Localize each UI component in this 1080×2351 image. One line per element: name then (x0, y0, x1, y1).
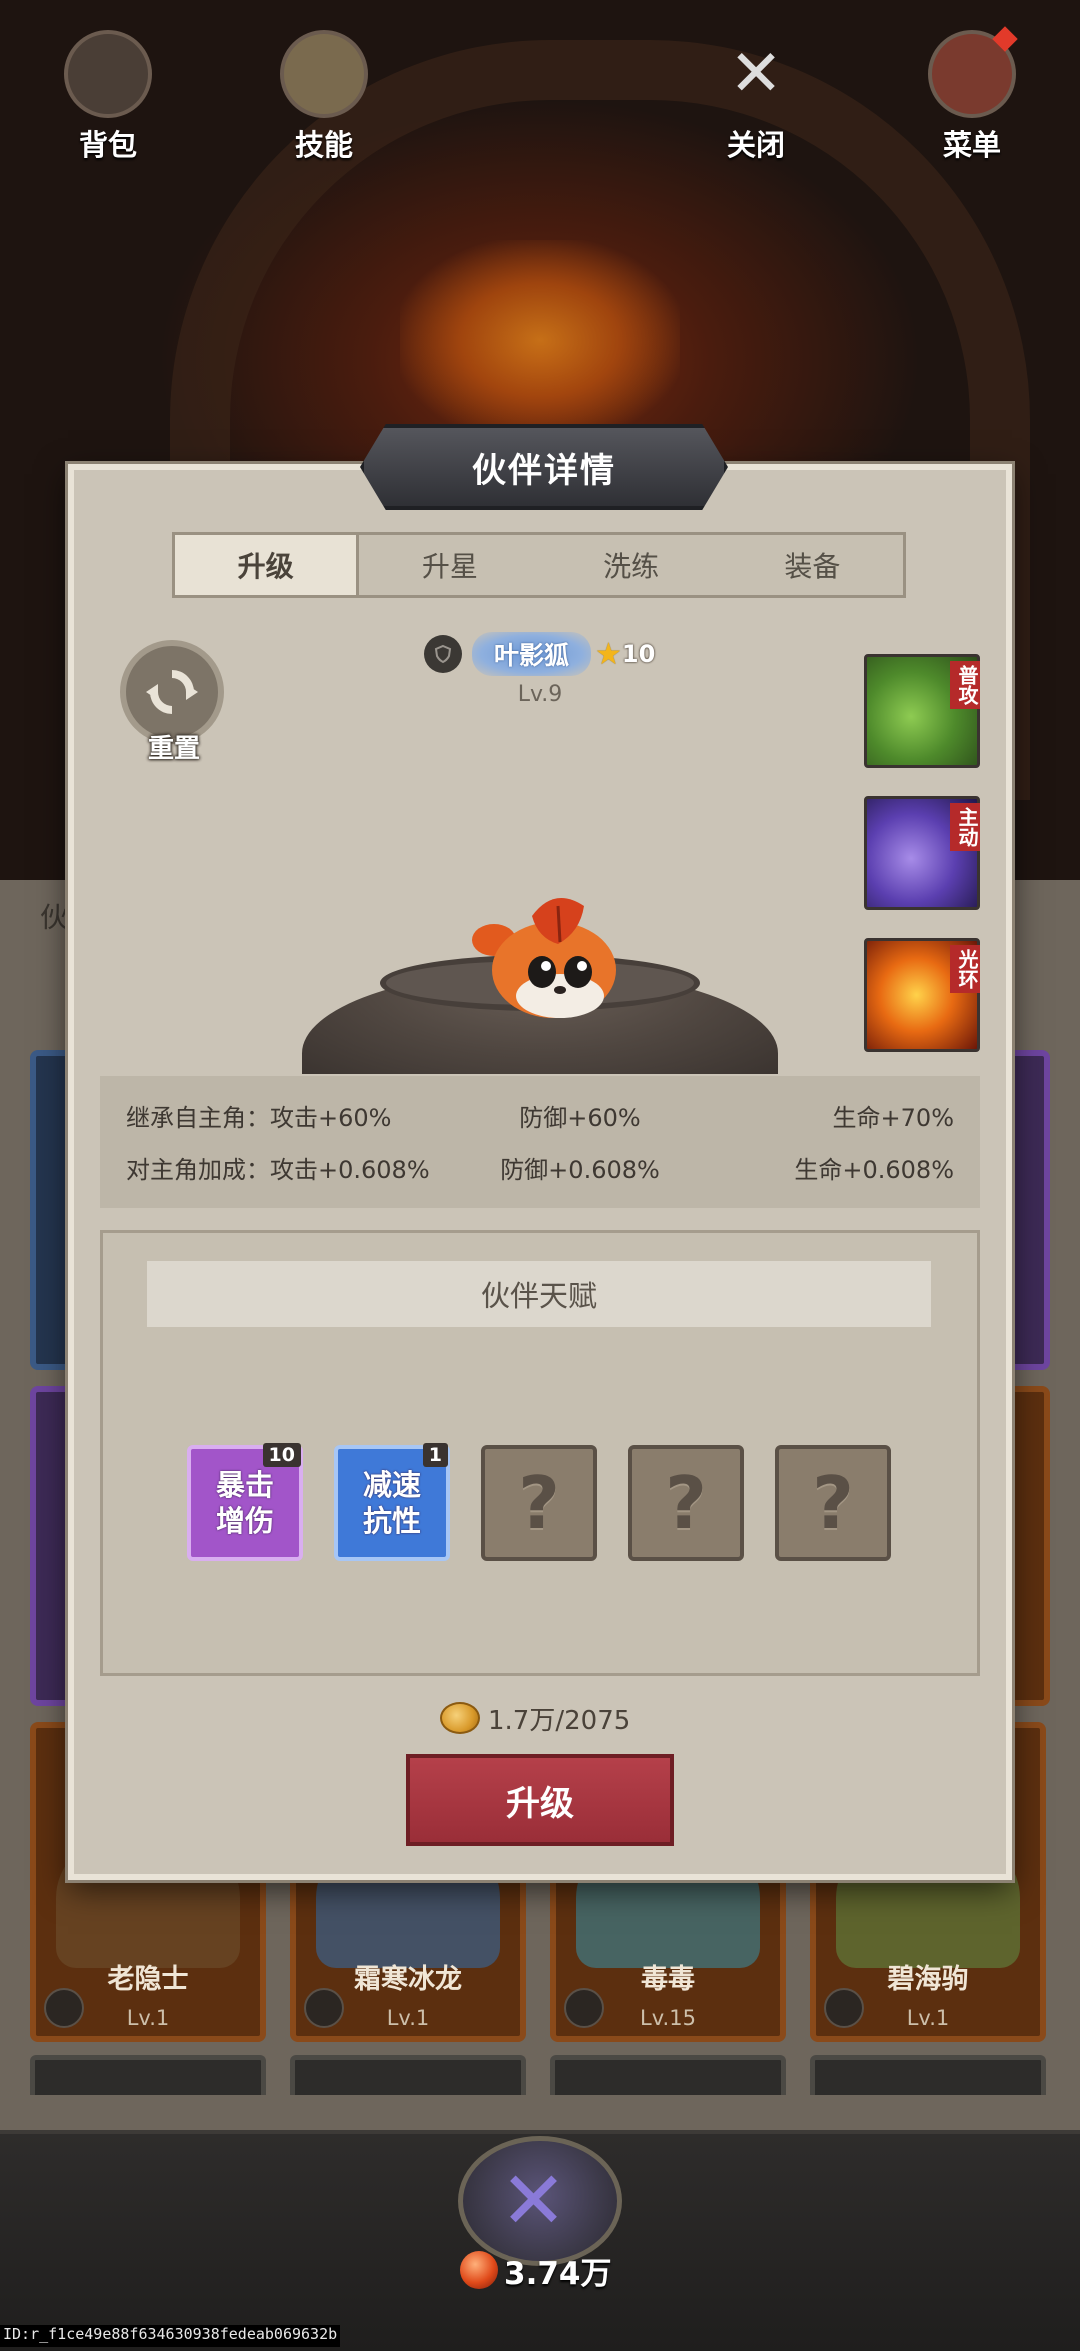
stats-row-inherit: 继承自主角：攻击+60% 防御+60% 生命+70% (126, 1098, 954, 1134)
crossed-swords-icon: ✕ (500, 2154, 568, 2247)
stats-panel: 继承自主角：攻击+60% 防御+60% 生命+70% 对主角加成：攻击+0.60… (100, 1076, 980, 1208)
dialog-title-plate: 伙伴详情 (360, 424, 728, 510)
talent-header: 伙伴天赋 (147, 1261, 931, 1327)
combat-power-value: 3.74万 (504, 2255, 612, 2292)
upgrade-button-label: 升级 (506, 1783, 574, 1824)
upgrade-button[interactable]: 升级 (406, 1754, 674, 1846)
talent-locked[interactable]: ? (628, 1445, 744, 1561)
question-mark-icon: ? (518, 1461, 560, 1545)
inherit-defense: 防御+60% (519, 1104, 641, 1132)
bonus-hp: 生命+0.608% (794, 1156, 954, 1184)
scroll-icon (280, 30, 368, 118)
nav-close[interactable]: ✕ 关闭 (686, 30, 826, 180)
partner-list-fragment-label: 伙 (40, 901, 69, 934)
talent-name: 暴击 增伤 (215, 1468, 274, 1538)
tab-equipment[interactable]: 装备 (722, 535, 903, 595)
skill-tag: 光环 (950, 945, 980, 993)
talent-name: 减速 抗性 (362, 1468, 421, 1538)
pet-star-count: 10 (621, 640, 656, 668)
combat-power: 3.74万 (460, 2248, 612, 2292)
pet-leaf-fox-sprite (462, 892, 622, 1022)
talent-panel: 伙伴天赋 暴击 增伤 10 减速 抗性 1 ? ? ? (100, 1230, 980, 1676)
nav-menu-label: 菜单 (942, 128, 1001, 162)
upgrade-cost: 1.7万/2075 (440, 1696, 630, 1740)
tab-reforge[interactable]: 洗练 (541, 535, 722, 595)
inherit-hp: 生命+70% (832, 1104, 954, 1132)
reset-button[interactable]: 重置 (118, 640, 230, 768)
talent-crit-damage[interactable]: 暴击 增伤 10 (187, 1443, 303, 1561)
coin-icon (440, 1702, 480, 1734)
nav-skills-label: 技能 (294, 128, 353, 162)
card-slot-empty (290, 2055, 526, 2095)
pet-level: Lv.9 (517, 682, 563, 707)
backpack-icon (64, 30, 152, 118)
pet-header: 叶影狐 ★ 10 (424, 632, 684, 676)
shield-icon (824, 1988, 864, 2028)
sword-icon (44, 1988, 84, 2028)
tab-star-up[interactable]: 升星 (359, 535, 540, 595)
crossed-tools-icon: ✕ (729, 37, 783, 111)
nav-bag[interactable]: 背包 (38, 30, 178, 180)
tab-bar: 升级 升星 洗练 装备 (172, 532, 906, 598)
sword-icon (564, 1988, 604, 2028)
skill-aura[interactable]: 光环 (864, 938, 980, 1052)
id-strip: ID:r_f1ce49e88f634630938fedeab069632b (0, 2325, 341, 2347)
card-slot-empty (550, 2055, 786, 2095)
reset-label: 重置 (147, 734, 200, 764)
dialog-title: 伙伴详情 (472, 450, 616, 491)
stats-row-bonus: 对主角加成：攻击+0.608% 防御+0.608% 生命+0.608% (126, 1150, 954, 1186)
card-slot-empty (30, 2055, 266, 2095)
talent-slow-resist[interactable]: 减速 抗性 1 (334, 1443, 450, 1561)
shield-icon (424, 635, 462, 673)
skill-normal-attack[interactable]: 普攻 (864, 654, 980, 768)
nav-close-label: 关闭 (726, 128, 785, 162)
card-slot-empty (810, 2055, 1046, 2095)
shield-icon (304, 1988, 344, 2028)
nav-skills[interactable]: 技能 (254, 30, 394, 180)
skill-tag: 主动 (950, 803, 980, 851)
question-mark-icon: ? (812, 1461, 854, 1545)
scene-glow (400, 240, 680, 440)
talent-locked[interactable]: ? (481, 1445, 597, 1561)
skill-active[interactable]: 主动 (864, 796, 980, 910)
pet-name: 叶影狐 (472, 632, 592, 676)
skill-tag: 普攻 (950, 661, 980, 709)
talent-level: 10 (262, 1443, 301, 1467)
nav-menu[interactable]: 菜单 (902, 26, 1042, 180)
cost-value: 1.7万/2075 (488, 1705, 631, 1736)
talent-locked[interactable]: ? (775, 1445, 891, 1561)
star-icon: ★ (595, 636, 622, 672)
question-mark-icon: ? (665, 1461, 707, 1545)
tab-upgrade[interactable]: 升级 (175, 535, 360, 595)
power-gem-icon (460, 2251, 498, 2289)
talent-level: 1 (422, 1443, 448, 1467)
nav-bag-label: 背包 (78, 128, 137, 162)
